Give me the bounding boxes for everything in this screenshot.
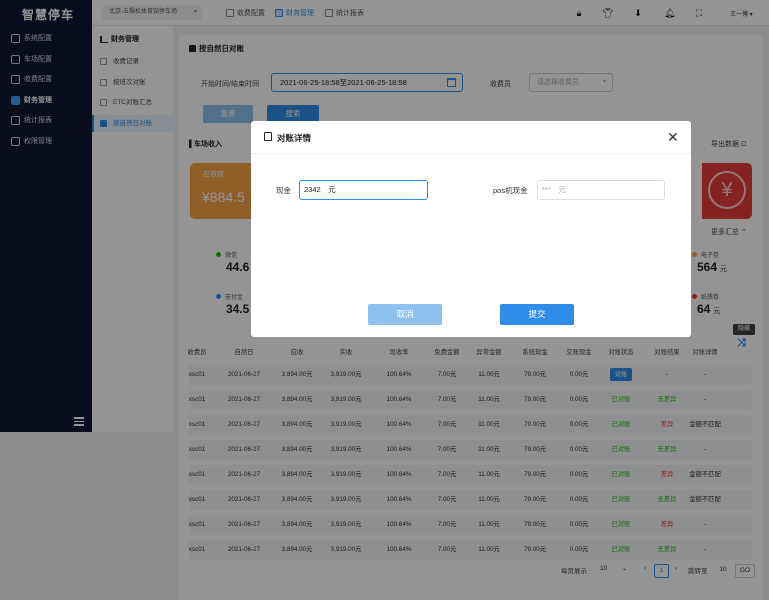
modal-header: 对账详情 ✕	[251, 121, 691, 154]
cash-input[interactable]: 2342 元	[299, 180, 428, 200]
cash-label: 现金	[276, 186, 291, 195]
cancel-button[interactable]: 取消	[368, 304, 442, 325]
modal-title: 对账详情	[277, 133, 312, 143]
submit-button[interactable]: 提交	[500, 304, 574, 325]
reconcile-detail-modal: 对账详情 ✕ 现金 2342 元 pos机现金 *** 元 取消 提交	[251, 121, 691, 337]
pos-cash-input[interactable]: *** 元	[537, 180, 665, 200]
pos-cash-label: pos机现金	[493, 186, 528, 195]
close-icon[interactable]: ✕	[667, 127, 679, 147]
document-icon	[264, 132, 272, 141]
